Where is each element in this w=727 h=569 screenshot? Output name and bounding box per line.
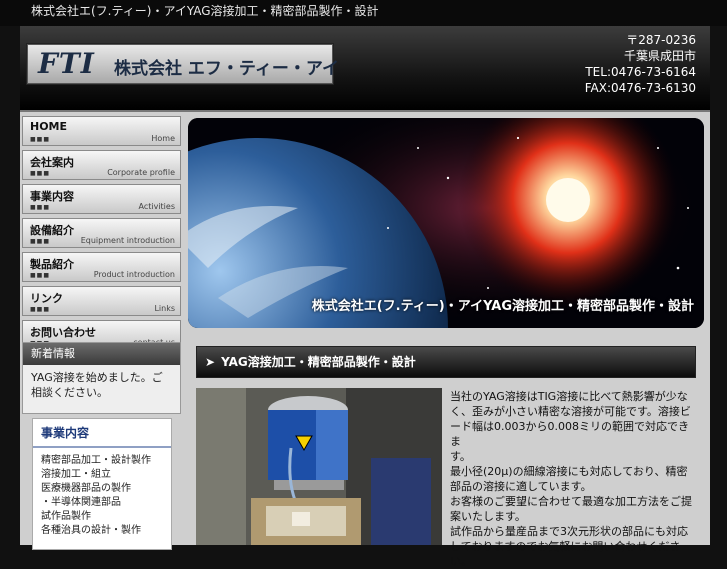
page-container: FTI 株式会社 エフ・ティー・アイ 〒287-0236 千葉県成田市 TEL:… xyxy=(20,26,710,568)
list-item[interactable]: ・半導体関連部品 xyxy=(41,496,163,510)
nav-activities[interactable]: 事業内容 ■■■ Activities xyxy=(22,184,181,214)
banner-caption: 株式会社エ(フ.ティー)・アイYAG溶接加工・精密部品製作・設計 xyxy=(311,299,694,314)
description-text: 当社のYAG溶接はTIG溶接に比べて熱影響が少なく、歪みが小さい精密な溶接が可能… xyxy=(450,389,694,569)
nav-label: 事業内容 xyxy=(30,190,74,203)
nav-links[interactable]: リンク ■■■ Links xyxy=(22,286,181,316)
section-title-bar: ➤ YAG溶接加工・精密部品製作・設計 xyxy=(196,346,696,378)
logo-company-name: 株式会社 エフ・ティー・アイ xyxy=(114,59,340,79)
nav-dots: ■■■ xyxy=(30,204,51,211)
hero-banner: 株式会社エ(フ.ティー)・アイYAG溶接加工・精密部品製作・設計 xyxy=(188,118,704,328)
news-text[interactable]: YAG溶接を始めました。ご相談ください。 xyxy=(23,365,180,405)
company-logo[interactable]: FTI 株式会社 エフ・ティー・アイ xyxy=(27,44,339,84)
zip-code: 〒287-0236 xyxy=(626,33,696,47)
nav-dots: ■■■ xyxy=(30,272,51,279)
activities-list: 精密部品加工・設計製作 溶接加工・組立 医療機器部品の製作 ・半導体関連部品 試… xyxy=(33,448,171,544)
address: 千葉県成田市 xyxy=(623,49,696,63)
nav-sublabel: Equipment introduction xyxy=(80,236,175,245)
activities-box: 事業内容 精密部品加工・設計製作 溶接加工・組立 医療機器部品の製作 ・半導体関… xyxy=(32,418,172,550)
description-paragraph: 最小径(20μ)の細線溶接にも対応しており、精密部品の溶接に適しています。 xyxy=(450,465,688,493)
description-paragraph: お客様のご要望に合わせて最適な加工方法をご提案いたします。 xyxy=(450,495,692,523)
nav-sublabel: Corporate profile xyxy=(107,168,175,177)
nav-label: HOME xyxy=(30,120,68,133)
nav-dots: ■■■ xyxy=(30,170,51,177)
news-heading: 新着情報 xyxy=(23,343,180,365)
top-bar-title: 株式会社エ(フ.ティー)・アイYAG溶接加工・精密部品製作・設計 xyxy=(31,4,379,18)
list-item[interactable]: 各種治具の設計・製作 xyxy=(41,524,163,538)
section-title: YAG溶接加工・精密部品製作・設計 xyxy=(221,355,416,369)
activities-heading: 事業内容 xyxy=(33,419,171,448)
list-item[interactable]: 精密部品加工・設計製作 xyxy=(41,454,163,468)
nav-label: お問い合わせ xyxy=(30,326,96,339)
nav-label: 会社案内 xyxy=(30,156,74,169)
description-paragraph: す。 xyxy=(450,450,471,463)
yag-welder-image xyxy=(196,388,442,545)
arrow-icon: ➤ xyxy=(205,355,216,369)
description-paragraph: 当社のYAG溶接はTIG溶接に比べて熱影響が少なく、歪みが小さい精密な溶接が可能… xyxy=(450,390,691,448)
nav-equipment[interactable]: 設備紹介 ■■■ Equipment introduction xyxy=(22,218,181,248)
description-paragraph: 試作品から量産品まで3次元形状の部品にも対応しておりますのでお気軽にお問い合わせ… xyxy=(450,525,688,568)
site-header: FTI 株式会社 エフ・ティー・アイ 〒287-0236 千葉県成田市 TEL:… xyxy=(20,26,710,112)
nav-sublabel: Home xyxy=(151,134,175,143)
list-item[interactable]: 医療機器部品の製作 xyxy=(41,482,163,496)
tel-number: TEL:0476-73-6164 xyxy=(585,65,696,79)
sidebar-nav: HOME ■■■ Home 会社案内 ■■■ Corporate profile… xyxy=(22,116,181,354)
nav-dots: ■■■ xyxy=(30,136,51,143)
yag-machine-photo xyxy=(196,388,442,545)
nav-home[interactable]: HOME ■■■ Home xyxy=(22,116,181,146)
nav-company[interactable]: 会社案内 ■■■ Corporate profile xyxy=(22,150,181,180)
nav-label: リンク xyxy=(30,292,63,305)
top-bar: 株式会社エ(フ.ティー)・アイYAG溶接加工・精密部品製作・設計 xyxy=(0,0,727,26)
nav-products[interactable]: 製品紹介 ■■■ Product introduction xyxy=(22,252,181,282)
nav-sublabel: Activities xyxy=(138,202,176,211)
fax-number: FAX:0476-73-6130 xyxy=(584,81,696,95)
contact-info: 〒287-0236 千葉県成田市 TEL:0476-73-6164 FAX:04… xyxy=(585,32,696,96)
news-box: 新着情報 YAG溶接を始めました。ご相談ください。 xyxy=(22,342,181,414)
nav-sublabel: Links xyxy=(154,304,175,313)
nav-dots: ■■■ xyxy=(30,306,51,313)
list-item[interactable]: 溶接加工・組立 xyxy=(41,468,163,482)
nav-label: 設備紹介 xyxy=(30,224,74,237)
nav-dots: ■■■ xyxy=(30,238,51,245)
logo-mark: FTI xyxy=(38,47,95,80)
nav-label: 製品紹介 xyxy=(30,258,74,271)
list-item[interactable]: 試作品製作 xyxy=(41,510,163,524)
nav-sublabel: Product introduction xyxy=(93,270,175,279)
